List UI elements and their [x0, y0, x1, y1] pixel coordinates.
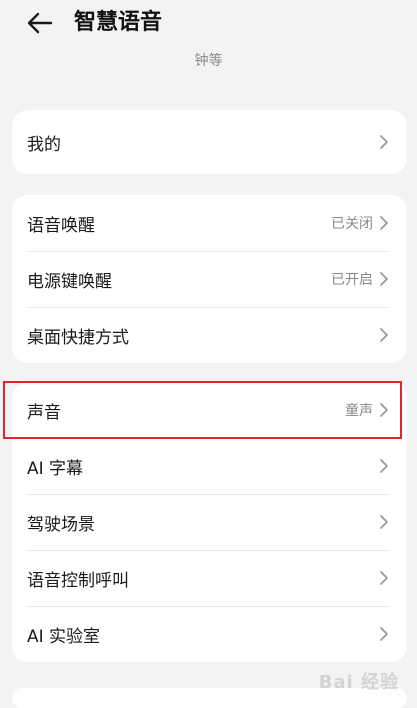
back-button[interactable]	[20, 6, 60, 40]
watermark: Bai 经验	[318, 672, 399, 693]
row-label: AI 实验室	[27, 626, 101, 647]
row-label: 语音控制呼叫	[27, 570, 129, 591]
row-my[interactable]: 我的	[12, 110, 407, 174]
row-label: 我的	[27, 134, 61, 155]
row-label: AI 字幕	[27, 458, 84, 479]
chevron-right-icon	[379, 458, 389, 474]
chevron-right-icon	[379, 570, 389, 586]
chevron-right-icon	[379, 271, 389, 287]
row-desktop-shortcut[interactable]: 桌面快捷方式	[12, 307, 407, 363]
chevron-right-icon	[379, 514, 389, 530]
row-voice-wake[interactable]: 语音唤醒 已关闭	[12, 195, 407, 251]
row-sound[interactable]: 声音 童声	[12, 382, 407, 438]
row-value: 已关闭	[331, 216, 373, 232]
chevron-right-icon	[379, 215, 389, 231]
row-label: 驾驶场景	[27, 514, 95, 535]
page-subtitle: 钟等	[194, 53, 223, 69]
chevron-right-icon	[379, 327, 389, 343]
row-value: 童声	[345, 403, 373, 419]
header: 智慧语音 钟等	[0, 0, 417, 90]
chevron-right-icon	[379, 134, 389, 150]
chevron-right-icon	[379, 626, 389, 642]
card-my: 我的	[12, 110, 407, 174]
row-voice-call[interactable]: 语音控制呼叫	[12, 550, 407, 606]
card-features: 声音 童声 AI 字幕 驾驶场景 语音控制呼叫 AI 实验室	[12, 382, 407, 662]
card-wake: 语音唤醒 已关闭 电源键唤醒 已开启 桌面快捷方式	[12, 195, 407, 363]
row-ai-subtitle[interactable]: AI 字幕	[12, 438, 407, 494]
page-title: 智慧语音	[74, 10, 163, 35]
row-label: 声音	[27, 402, 61, 423]
row-driving-scene[interactable]: 驾驶场景	[12, 494, 407, 550]
row-power-key-wake[interactable]: 电源键唤醒 已开启	[12, 251, 407, 307]
row-label: 语音唤醒	[27, 215, 95, 236]
row-ai-lab[interactable]: AI 实验室	[12, 606, 407, 662]
arrow-left-icon	[27, 12, 53, 34]
chevron-right-icon	[379, 402, 389, 418]
row-value: 已开启	[331, 272, 373, 288]
row-label: 电源键唤醒	[27, 271, 112, 292]
row-label: 桌面快捷方式	[27, 327, 129, 348]
